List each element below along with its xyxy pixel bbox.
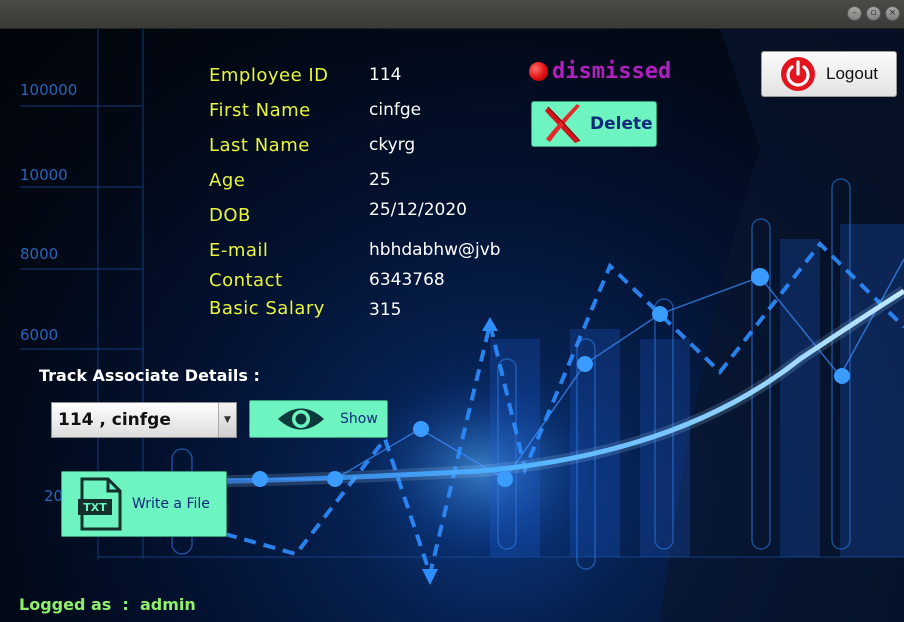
txt-file-icon: TXT <box>78 477 122 531</box>
age-value: 25 <box>369 170 391 190</box>
status-dot-icon <box>529 61 548 81</box>
basic-salary-value: 315 <box>369 300 402 320</box>
contact-value: 6343768 <box>369 270 445 290</box>
email-label: E-mail <box>209 240 269 261</box>
dob-value: 25/12/2020 <box>369 200 467 220</box>
write-file-button-label: Write a File <box>132 496 210 512</box>
logged-as-prefix: Logged as : <box>19 595 140 614</box>
logout-button-label: Logout <box>826 64 878 83</box>
txt-badge: TXT <box>83 501 107 514</box>
first-name-value: cinfge <box>369 100 422 120</box>
basic-salary-label: Basic Salary <box>209 298 325 319</box>
delete-button[interactable]: Delete <box>531 101 657 147</box>
employee-id-label: Employee ID <box>209 65 329 86</box>
logged-user: admin <box>139 595 196 614</box>
associate-select[interactable]: 114 , cinfge ▼ <box>51 402 237 438</box>
eye-icon <box>278 408 324 430</box>
axis-tick-label: 8000 <box>20 245 59 263</box>
first-name-label: First Name <box>209 100 311 121</box>
contact-label: Contact <box>209 270 283 291</box>
dob-label: DOB <box>209 205 251 226</box>
app-canvas: 100000 10000 8000 6000 20 Employee ID 11… <box>0 29 904 622</box>
axis-tick-label: 6000 <box>20 326 59 344</box>
associate-select-value: 114 , cinfge <box>58 410 171 430</box>
show-button[interactable]: Show <box>249 400 388 438</box>
email-value: hbhdabhw@jvb <box>369 240 501 260</box>
show-button-label: Show <box>340 411 378 427</box>
write-file-button[interactable]: TXT Write a File <box>61 471 227 537</box>
age-label: Age <box>209 170 246 191</box>
logged-as-status: Logged as : admin <box>19 595 196 614</box>
delete-x-icon <box>545 104 581 143</box>
axis-tick-label: 100000 <box>20 81 78 99</box>
employment-status: dismissed <box>529 58 672 84</box>
close-window-button[interactable]: × <box>885 6 900 21</box>
track-associate-label: Track Associate Details : <box>39 366 260 385</box>
window-titlebar: – ▫ × <box>0 0 904 29</box>
delete-button-label: Delete <box>590 114 653 134</box>
employee-id-value: 114 <box>369 65 402 85</box>
last-name-label: Last Name <box>209 135 310 156</box>
chevron-down-icon[interactable]: ▼ <box>218 403 236 437</box>
axis-tick-label: 10000 <box>20 166 68 184</box>
last-name-value: ckyrg <box>369 135 416 155</box>
maximize-window-button[interactable]: ▫ <box>866 6 881 21</box>
power-icon <box>781 57 815 91</box>
logout-button[interactable]: Logout <box>761 51 897 97</box>
status-text: dismissed <box>552 58 672 84</box>
minimize-window-button[interactable]: – <box>847 6 862 21</box>
